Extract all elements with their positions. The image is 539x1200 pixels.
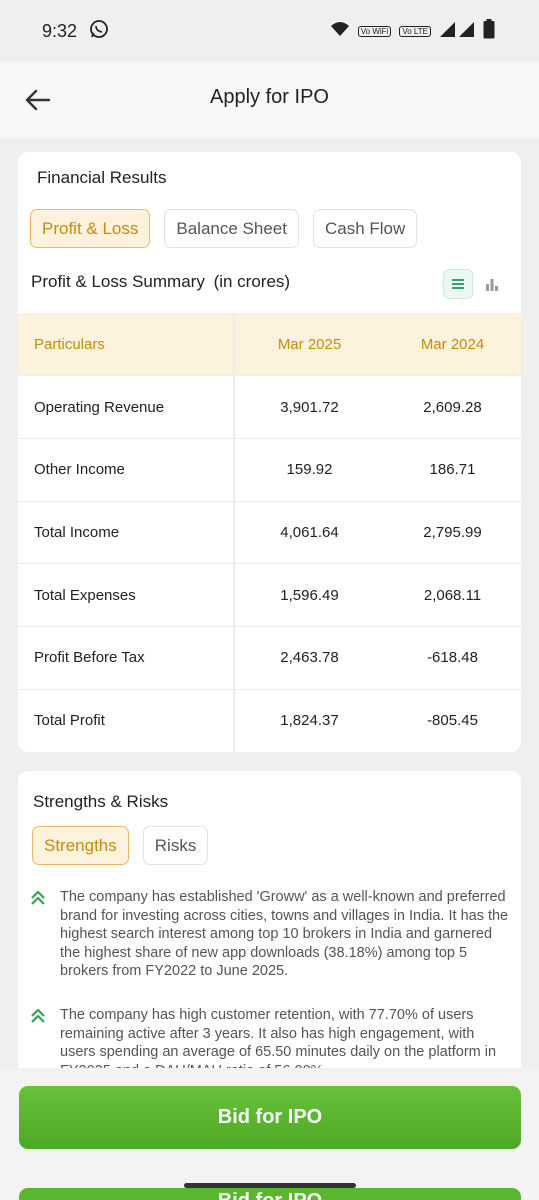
volte-badge: Vo LTE [399, 25, 431, 37]
battery-icon [483, 18, 495, 44]
list-icon [452, 279, 464, 289]
cell-value: 3,901.72 [234, 375, 384, 439]
chart-view-button[interactable] [481, 269, 503, 299]
cell-value: -618.48 [384, 625, 521, 690]
gesture-handle [184, 1183, 356, 1188]
financial-results-card: Financial Results Profit & Loss Balance … [18, 152, 521, 752]
cell-value: 1,824.37 [234, 688, 384, 752]
wifi-icon [330, 21, 350, 42]
profit-loss-table: Particulars Mar 2025 Mar 2024 Operating … [18, 313, 521, 752]
cell-value: 2,609.28 [384, 375, 521, 439]
table-row: Total Income 4,061.64 2,795.99 [18, 500, 521, 564]
signal-icon [439, 21, 475, 42]
clock: 9:32 [42, 20, 78, 41]
row-label: Operating Revenue [18, 375, 235, 439]
cell-value: 2,463.78 [234, 625, 384, 690]
table-view-button[interactable] [443, 269, 473, 299]
strength-text: The company has established 'Groww' as a… [60, 889, 509, 979]
tab-profit-loss[interactable]: Profit & Loss [30, 209, 151, 248]
page-title: Apply for IPO [210, 86, 329, 108]
row-label: Other Income [18, 437, 235, 502]
section-heading: Financial Results [37, 168, 167, 187]
bid-for-ipo-button-secondary[interactable]: Bid for IPO [19, 1188, 521, 1200]
double-chevron-up-icon [30, 888, 48, 981]
bar-chart-icon [486, 279, 498, 291]
summary-unit: (in crores) [213, 272, 291, 291]
row-label: Total Profit [18, 688, 235, 752]
list-item: The company has established 'Groww' as a… [30, 888, 510, 981]
row-label: Profit Before Tax [18, 625, 235, 690]
status-bar: 9:32 Vo WiFi Vo LTE [0, 0, 539, 62]
cell-value: 159.92 [234, 437, 384, 502]
tab-strengths[interactable]: Strengths [32, 826, 129, 865]
cell-value: 186.71 [384, 437, 521, 502]
summary-title: Profit & Loss Summary (in crores) [31, 272, 290, 292]
row-label: Total Expenses [18, 563, 235, 627]
strengths-risks-tabs: Strengths Risks [32, 826, 209, 865]
view-toggle [443, 269, 503, 299]
cell-value: 1,596.49 [234, 563, 384, 627]
column-header: Mar 2024 [420, 335, 485, 353]
financial-tabs: Profit & Loss Balance Sheet Cash Flow [30, 209, 418, 248]
cell-value: -805.45 [384, 688, 521, 752]
column-header: Particulars [18, 313, 235, 376]
cell-value: 2,068.11 [384, 563, 521, 627]
table-row: Profit Before Tax 2,463.78 -618.48 [18, 625, 521, 690]
section-heading: Strengths & Risks [33, 792, 169, 811]
table-row: Total Profit 1,824.37 -805.45 [18, 688, 521, 752]
column-header: Mar 2025 [277, 335, 342, 353]
table-row: Other Income 159.92 186.71 [18, 437, 521, 502]
row-label: Total Income [18, 500, 235, 564]
table-header-row: Particulars Mar 2025 Mar 2024 [18, 313, 521, 376]
whatsapp-icon [89, 19, 109, 44]
strengths-risks-card: Strengths & Risks Strengths Risks The co… [18, 771, 521, 1101]
tab-balance-sheet[interactable]: Balance Sheet [164, 209, 299, 248]
tab-risks[interactable]: Risks [142, 826, 209, 865]
vowifi-badge: Vo WiFi [357, 25, 392, 37]
summary-title-text: Profit & Loss Summary [31, 272, 205, 291]
table-row: Operating Revenue 3,901.72 2,609.28 [18, 375, 521, 439]
bid-for-ipo-button[interactable]: Bid for IPO [19, 1086, 521, 1149]
cell-value: 4,061.64 [234, 500, 384, 564]
app-header: Apply for IPO [0, 62, 539, 138]
cell-value: 2,795.99 [384, 500, 521, 564]
table-row: Total Expenses 1,596.49 2,068.11 [18, 563, 521, 627]
tab-cash-flow[interactable]: Cash Flow [312, 209, 418, 248]
